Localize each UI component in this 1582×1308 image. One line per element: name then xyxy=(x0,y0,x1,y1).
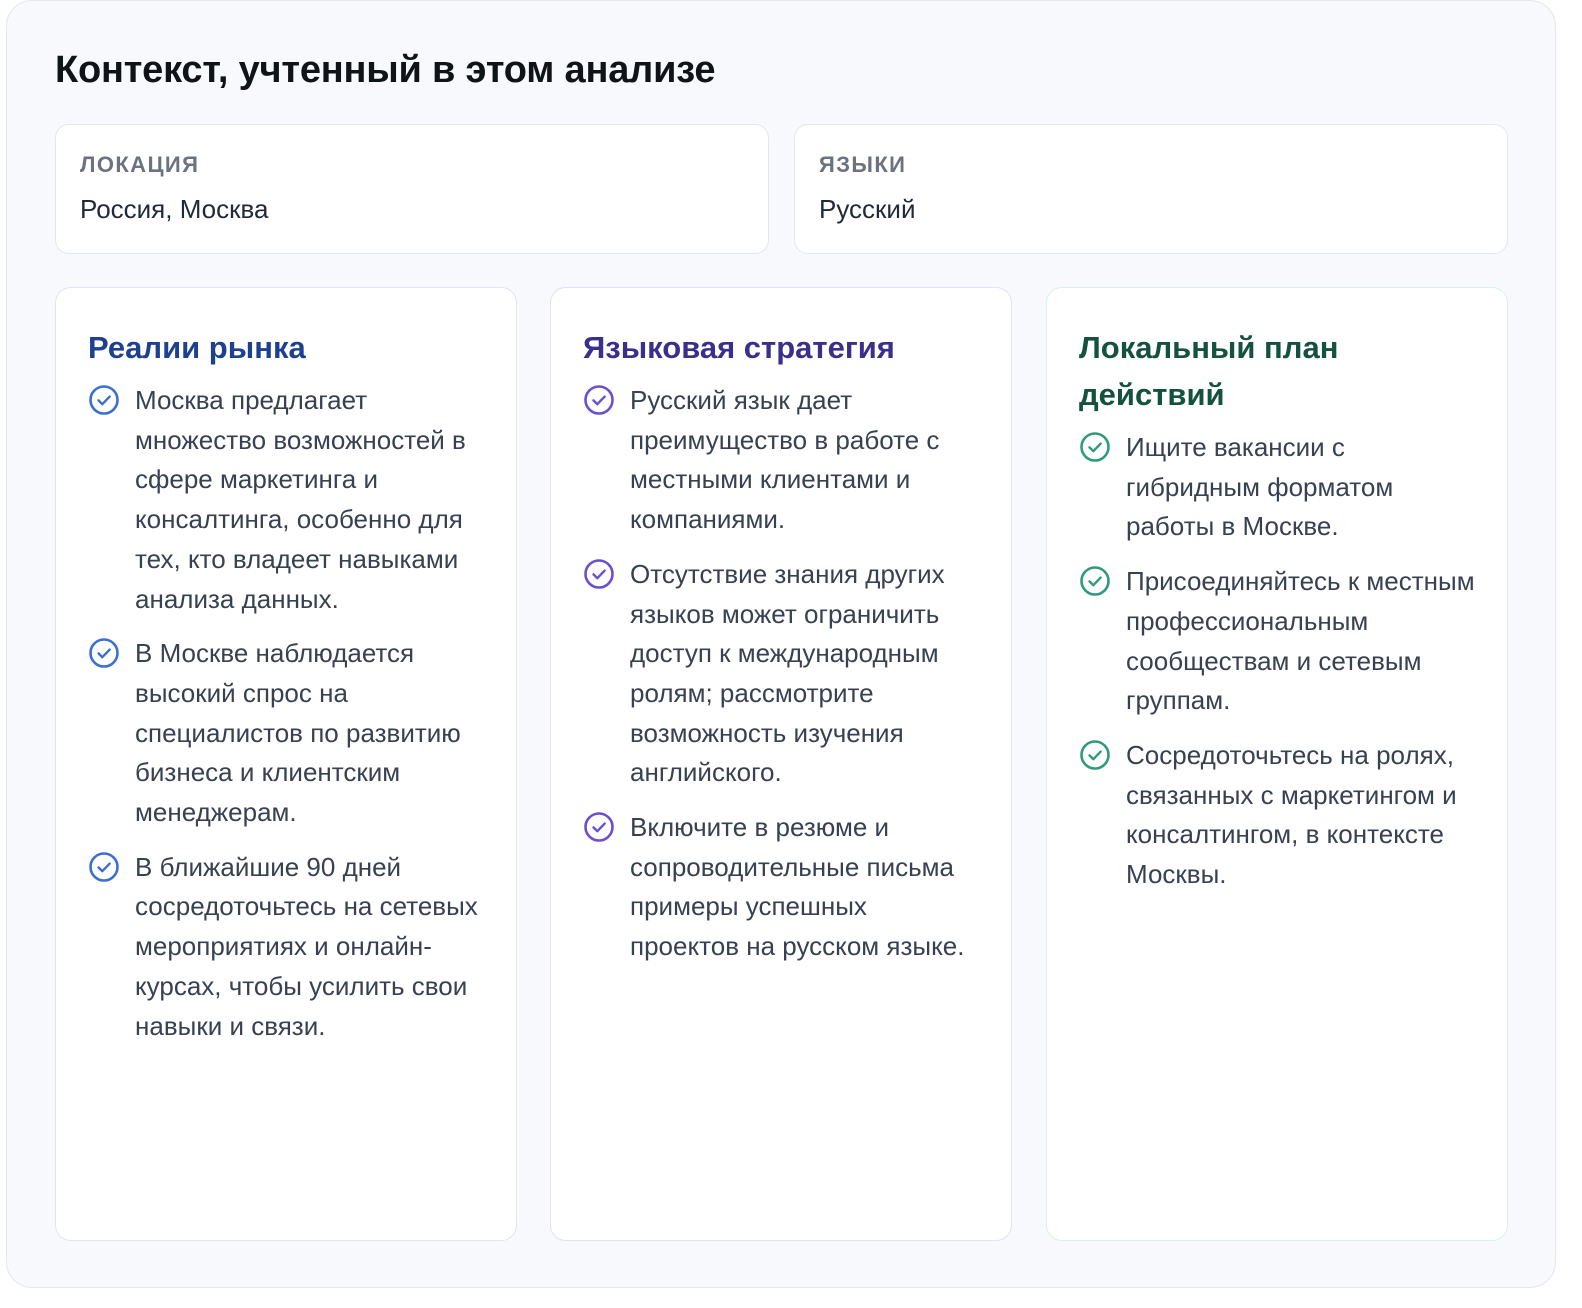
list-item-text: Ищите вакансии с гибридным форматом рабо… xyxy=(1126,432,1394,542)
languages-card: ЯЗЫКИ Русский xyxy=(794,124,1508,254)
check-circle-icon xyxy=(1080,740,1110,770)
list-item-text: Включите в резюме и сопроводительные пис… xyxy=(630,812,965,962)
market-realities-card: Реалии рынка Москва предлагает множество… xyxy=(55,287,517,1241)
list-item-text: Отсутствие знания других языков может ог… xyxy=(630,558,945,788)
list-item-text: В ближайшие 90 дней сосредоточьтесь на с… xyxy=(135,851,478,1041)
list-item-text: Присоединяйтесь к местным профессиональн… xyxy=(1126,566,1475,716)
market-realities-title: Реалии рынка xyxy=(88,330,306,365)
local-action-plan-card: Локальный план действий Ищите вакансии с… xyxy=(1046,287,1508,1241)
check-circle-icon xyxy=(89,638,119,669)
check-circle-icon xyxy=(584,385,614,415)
list-item: Русский язык дает преимущество в работе … xyxy=(583,381,981,540)
list-item-text: Москва предлагает множество возможностей… xyxy=(135,385,466,614)
location-card: ЛОКАЦИЯ Россия, Москва xyxy=(55,124,769,254)
list-item: Присоединяйтесь к местным профессиональн… xyxy=(1079,562,1477,721)
language-strategy-title: Языковая стратегия xyxy=(583,330,895,365)
languages-label: ЯЗЫКИ xyxy=(819,152,907,177)
check-circle-icon xyxy=(89,851,119,882)
local-action-plan-title: Локальный план действий xyxy=(1079,330,1339,412)
context-panel: Контекст, учтенный в этом анализе ЛОКАЦИ… xyxy=(6,0,1556,1288)
location-label: ЛОКАЦИЯ xyxy=(80,152,200,177)
list-item: В Москве наблюдается высокий спрос на сп… xyxy=(88,634,486,833)
check-circle-icon xyxy=(584,812,614,842)
check-circle-icon xyxy=(584,559,614,589)
check-circle-icon xyxy=(89,385,119,415)
list-item: В ближайшие 90 дней сосредоточьтесь на с… xyxy=(88,848,486,1047)
list-item-text: Сосредоточьтесь на ролях, связанных с ма… xyxy=(1126,739,1457,890)
language-strategy-card: Языковая стратегия Русский язык дает пре… xyxy=(550,287,1012,1241)
list-item: Включите в резюме и сопроводительные пис… xyxy=(583,808,981,967)
panel-title: Контекст, учтенный в этом анализе xyxy=(55,49,716,91)
location-value: Россия, Москва xyxy=(80,194,269,224)
languages-value: Русский xyxy=(819,194,916,224)
list-item: Сосредоточьтесь на ролях, связанных с ма… xyxy=(1079,736,1477,895)
list-item: Ищите вакансии с гибридным форматом рабо… xyxy=(1079,428,1477,547)
list-item: Москва предлагает множество возможностей… xyxy=(88,381,486,619)
list-item-text: В Москве наблюдается высокий спрос на сп… xyxy=(135,638,461,828)
check-circle-icon xyxy=(1080,432,1110,462)
check-circle-icon xyxy=(1080,566,1110,596)
list-item: Отсутствие знания других языков может ог… xyxy=(583,555,981,793)
list-item-text: Русский язык дает преимущество в работе … xyxy=(630,385,940,535)
